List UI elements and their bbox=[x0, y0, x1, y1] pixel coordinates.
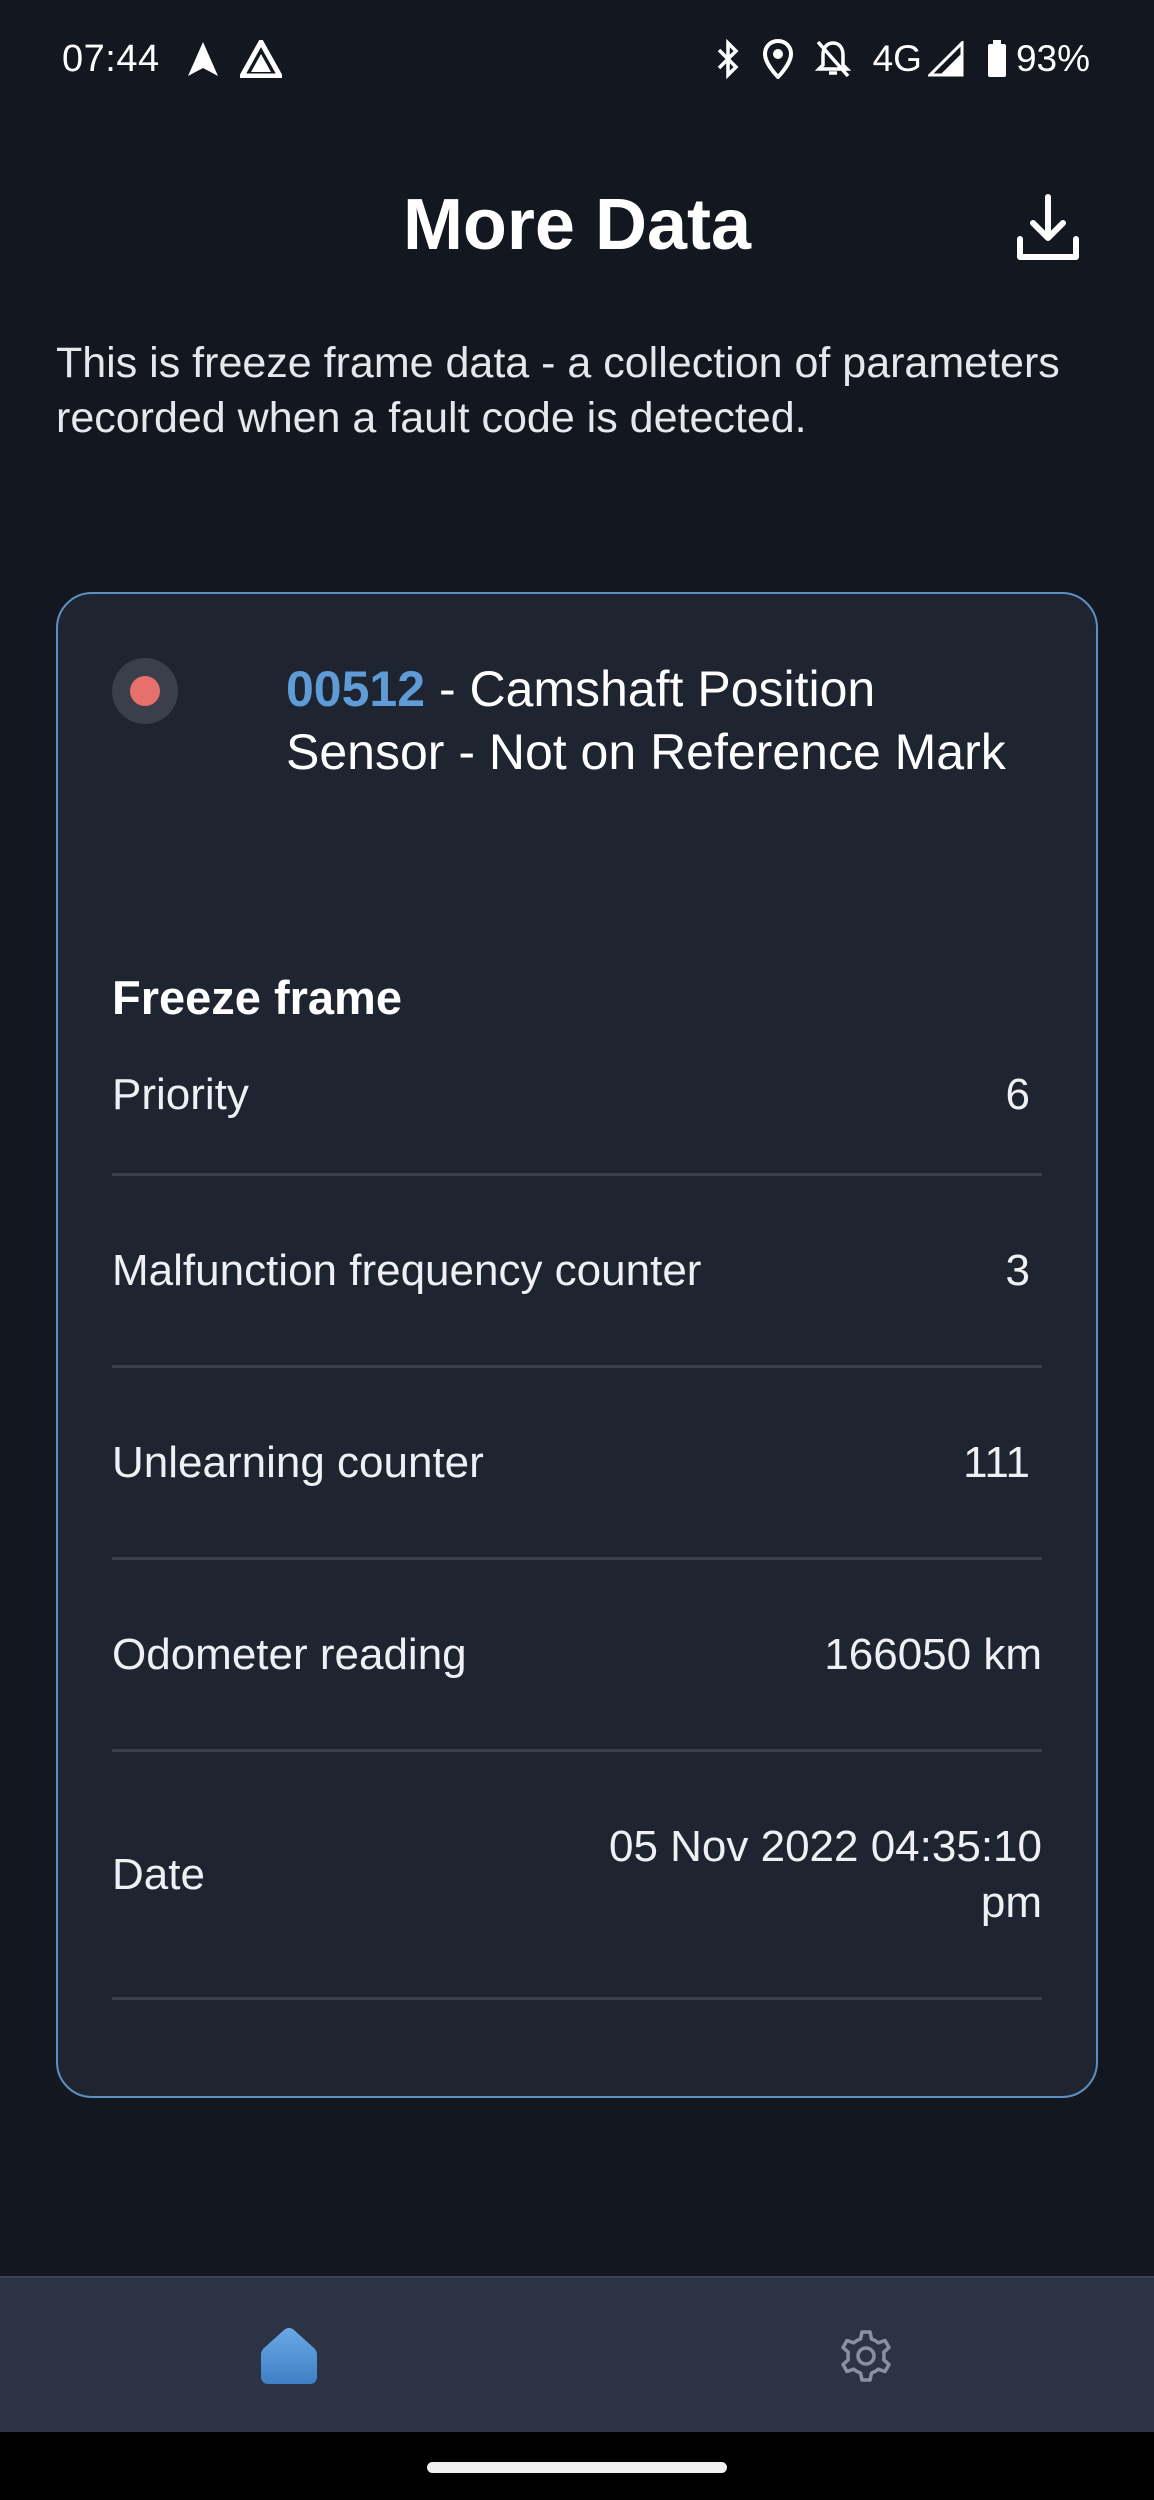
status-bar: 07:44 4G 93% bbox=[0, 0, 1154, 118]
fault-status-indicator bbox=[112, 658, 178, 724]
row-value: 05 Nov 2022 04:35:10 pm bbox=[608, 1821, 1042, 1927]
status-right: 4G 93% bbox=[693, 38, 1090, 80]
fault-status-dot bbox=[130, 676, 160, 706]
freeze-frame-row-unlearning-counter: Unlearning counter 111 bbox=[112, 1368, 1042, 1560]
row-label: Priority bbox=[112, 1070, 249, 1119]
page-title: More Data bbox=[402, 185, 752, 265]
fault-card: 00512 - Camshaft Position Sensor - Not o… bbox=[56, 592, 1098, 2098]
intro-text: This is freeze frame data - a collection… bbox=[56, 339, 1060, 442]
row-value: 166050 km bbox=[824, 1629, 1042, 1679]
freeze-frame-title: Freeze frame bbox=[112, 971, 402, 1024]
download-button[interactable] bbox=[1008, 188, 1088, 268]
signal-icon bbox=[927, 41, 964, 77]
row-label: Odometer reading bbox=[112, 1629, 467, 1679]
fault-title: 00512 - Camshaft Position Sensor - Not o… bbox=[286, 658, 1046, 784]
row-value: 6 bbox=[1005, 1070, 1030, 1119]
battery-percent: 93% bbox=[1015, 38, 1090, 79]
home-gesture-handle[interactable] bbox=[427, 2462, 727, 2473]
row-label: Date bbox=[112, 1849, 205, 1899]
nav-settings[interactable] bbox=[577, 2278, 1154, 2434]
row-value: 111 bbox=[963, 1437, 1030, 1487]
battery-icon bbox=[987, 40, 1006, 77]
gesture-area bbox=[0, 2432, 1154, 2500]
gear-icon bbox=[840, 2330, 891, 2382]
freeze-frame-list: Priority 6 Malfunction frequency counter… bbox=[112, 1026, 1042, 2000]
header: More Data bbox=[0, 168, 1154, 288]
row-label: Malfunction frequency counter bbox=[112, 1245, 702, 1295]
bluetooth-icon bbox=[717, 39, 739, 79]
status-time: 07:44 bbox=[62, 37, 160, 80]
fault-code: 00512 bbox=[286, 661, 426, 717]
navigation-icon bbox=[187, 42, 218, 76]
freeze-frame-row-malfunction-frequency: Malfunction frequency counter 3 bbox=[112, 1176, 1042, 1368]
bottom-navigation bbox=[0, 2276, 1154, 2432]
notifications-off-icon bbox=[814, 40, 851, 78]
network-type: 4G bbox=[872, 38, 922, 79]
freeze-frame-row-date: Date 05 Nov 2022 04:35:10 pm bbox=[112, 1752, 1042, 2000]
download-icon bbox=[1017, 194, 1079, 260]
screen: 07:44 4G 93% More Data This is freeze fr… bbox=[0, 0, 1154, 2500]
fault-separator: - bbox=[425, 661, 470, 717]
nav-home[interactable] bbox=[0, 2278, 577, 2434]
freeze-frame-row-priority: Priority 6 bbox=[112, 1026, 1042, 1176]
status-left: 07:44 bbox=[62, 38, 302, 81]
app-icon bbox=[239, 40, 282, 78]
row-value: 3 bbox=[1005, 1245, 1030, 1295]
location-icon bbox=[762, 39, 793, 79]
freeze-frame-row-odometer: Odometer reading 166050 km bbox=[112, 1560, 1042, 1752]
home-icon bbox=[260, 2328, 317, 2384]
row-label: Unlearning counter bbox=[112, 1437, 484, 1487]
